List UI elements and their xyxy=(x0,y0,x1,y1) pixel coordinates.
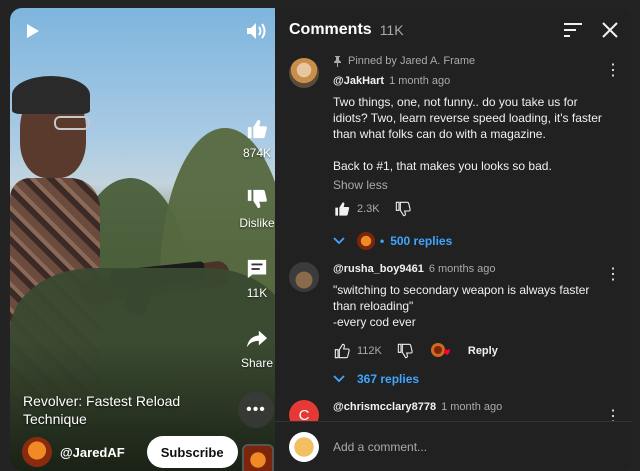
pinned-by: Pinned by Jared A. Frame xyxy=(348,55,476,67)
replies-count: 500 replies xyxy=(390,234,453,248)
comment-meta: @JakHart 1 month ago xyxy=(333,74,602,88)
thumbs-up-icon[interactable] xyxy=(333,342,351,360)
creator-heart-icon xyxy=(430,342,452,360)
comments-button[interactable]: 11K xyxy=(232,256,275,300)
pinned-row: Pinned by Jared A. Frame xyxy=(333,54,602,68)
play-icon[interactable] xyxy=(22,20,44,42)
comment-meta: @rusha_boy9461 6 months ago xyxy=(333,262,602,276)
comment-composer xyxy=(275,421,632,471)
like-button[interactable]: 874K xyxy=(232,116,275,160)
comment-time[interactable]: 6 months ago xyxy=(429,263,496,275)
comment-text: "switching to secondary weapon is always… xyxy=(333,283,590,329)
separator-dot-icon: • xyxy=(380,234,385,248)
comment-actions: 112K Reply xyxy=(333,340,602,362)
creator-avatar xyxy=(357,232,375,250)
comment-body: @rusha_boy9461 6 months ago "switching t… xyxy=(333,262,602,386)
comment-avatar[interactable] xyxy=(289,262,319,292)
person-beanie xyxy=(12,76,90,114)
comment-text: Two things, one, not funny.. do you take… xyxy=(333,95,602,173)
sort-icon[interactable] xyxy=(562,20,584,40)
comment-avatar[interactable] xyxy=(289,58,319,88)
sound-thumbnail[interactable] xyxy=(242,444,274,471)
share-button[interactable]: Share xyxy=(232,326,275,370)
user-avatar xyxy=(289,431,319,462)
volume-icon[interactable] xyxy=(244,20,270,42)
comment-icon xyxy=(244,256,270,282)
comments-title: Comments xyxy=(289,21,372,38)
video-title[interactable]: Revolver: Fastest Reload Technique xyxy=(23,392,213,428)
comment-like-count: 2.3K xyxy=(357,203,380,215)
comment-meta: @chrismcclary8778 1 month ago xyxy=(333,400,602,414)
comment-body: Pinned by Jared A. Frame @JakHart 1 mont… xyxy=(333,54,602,250)
dislike-label: Dislike xyxy=(239,216,275,230)
thumbs-down-icon xyxy=(244,186,270,212)
chevron-down-icon xyxy=(333,234,347,248)
shorts-player[interactable]: 874K Dislike 11K Share ••• Revolver: Fas… xyxy=(10,8,275,471)
channel-avatar[interactable] xyxy=(22,437,52,467)
like-count: 874K xyxy=(242,146,272,160)
person-glasses xyxy=(54,116,90,130)
comment-time[interactable]: 1 month ago xyxy=(441,401,502,413)
show-less-link[interactable]: Show less xyxy=(333,178,602,192)
channel-name[interactable]: @JaredAF xyxy=(60,445,125,460)
channel-row: @JaredAF Subscribe xyxy=(22,436,238,468)
comment-actions: 2.3K xyxy=(333,198,602,220)
share-label: Share xyxy=(240,356,274,370)
subscribe-button[interactable]: Subscribe xyxy=(146,436,238,468)
thumbs-up-filled-icon[interactable] xyxy=(333,200,351,218)
comments-header: Comments 11K xyxy=(275,8,632,52)
dislike-button[interactable]: Dislike xyxy=(232,186,275,230)
chevron-down-icon xyxy=(333,372,347,386)
comment-author[interactable]: @JakHart xyxy=(333,75,384,87)
comments-panel: Comments 11K ⋮ Pinned by Jared A. Frame … xyxy=(275,8,632,471)
kebab-menu-icon[interactable]: ⋮ xyxy=(605,62,621,80)
thumbs-down-icon[interactable] xyxy=(396,342,414,360)
comment-count: 11K xyxy=(246,286,268,300)
view-replies-button[interactable]: 367 replies xyxy=(333,372,602,386)
add-comment-input[interactable] xyxy=(333,439,593,454)
reply-button[interactable]: Reply xyxy=(468,345,498,357)
comment-body: @chrismcclary8778 1 month ago xyxy=(333,400,602,414)
pin-icon xyxy=(334,55,341,67)
comment-author[interactable]: @chrismcclary8778 xyxy=(333,401,436,413)
more-options-button[interactable]: ••• xyxy=(238,392,274,428)
replies-count: 367 replies xyxy=(357,372,420,386)
more-horizontal-icon: ••• xyxy=(246,401,266,418)
view-replies-button[interactable]: • 500 replies xyxy=(333,232,602,250)
share-icon xyxy=(244,326,270,352)
thumbs-down-icon[interactable] xyxy=(394,200,412,218)
kebab-menu-icon[interactable]: ⋮ xyxy=(605,266,621,284)
comment-like-count: 112K xyxy=(357,345,382,357)
comments-count: 11K xyxy=(379,22,404,38)
comment-author[interactable]: @rusha_boy9461 xyxy=(333,263,424,275)
thumbs-up-icon xyxy=(244,116,270,142)
close-icon[interactable] xyxy=(598,18,622,42)
comment-time[interactable]: 1 month ago xyxy=(389,75,450,87)
